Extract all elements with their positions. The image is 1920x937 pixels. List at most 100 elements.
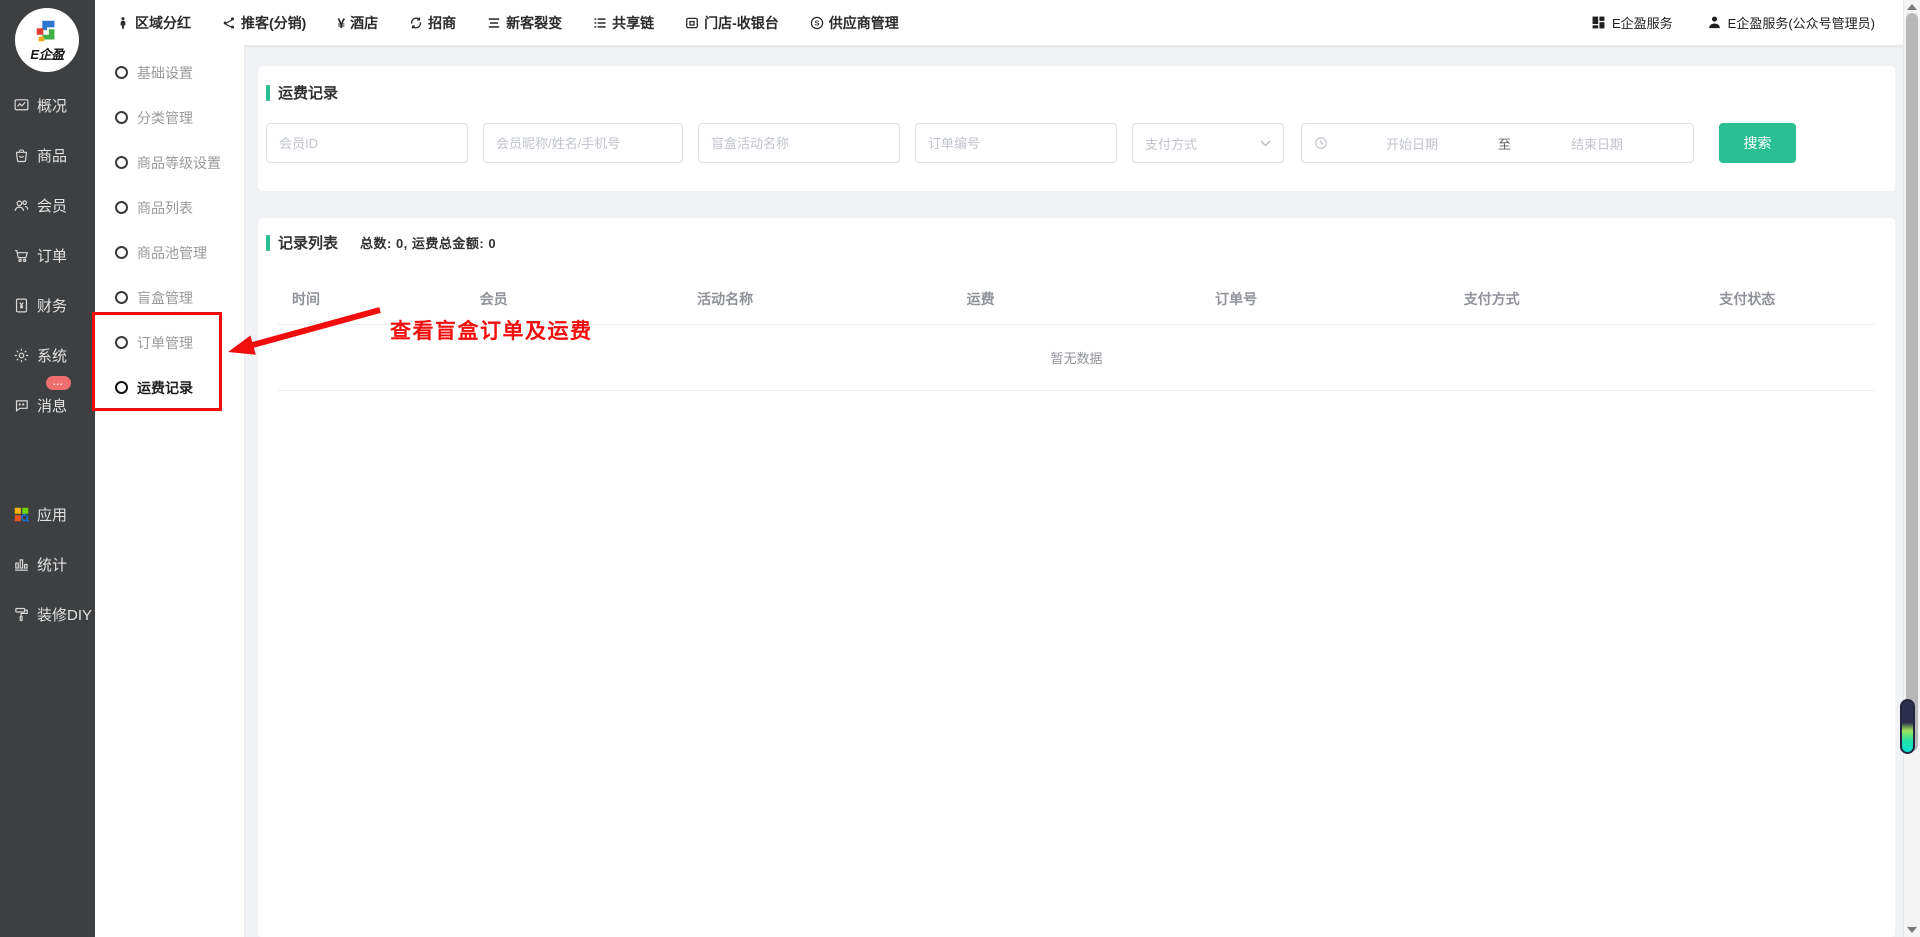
topnav-item-affiliate[interactable]: 推客(分销) bbox=[222, 13, 306, 33]
submenu-label: 商品池管理 bbox=[137, 243, 207, 263]
sidebar-item-finance[interactable]: 财务 bbox=[0, 280, 95, 330]
submenu-item-goods-level[interactable]: 商品等级设置 bbox=[95, 140, 244, 185]
member-id-input[interactable] bbox=[266, 123, 468, 163]
service-entry[interactable]: E企盈服务 bbox=[1591, 13, 1673, 32]
app-logo[interactable]: E企盈 bbox=[15, 8, 79, 72]
submenu-item-order-manage[interactable]: 订单管理 bbox=[95, 320, 244, 365]
topnav-label: 供应商管理 bbox=[829, 13, 899, 33]
record-list-panel: 记录列表 总数: 0, 运费总金额: 0 时间 会员 活动名称 运费 订单号 支… bbox=[258, 218, 1895, 937]
submenu-item-goods-pool[interactable]: 商品池管理 bbox=[95, 230, 244, 275]
yen-icon: ¥ bbox=[337, 15, 345, 31]
apps-icon bbox=[13, 506, 30, 523]
logo-mark-icon bbox=[33, 18, 61, 46]
account-menu[interactable]: E企盈服务(公众号管理员) bbox=[1707, 13, 1875, 32]
primary-sidebar: E企盈 概况 商品 会员 订单 财务 系统 消息 ... bbox=[0, 0, 95, 937]
sidebar-item-system[interactable]: 系统 bbox=[0, 330, 95, 380]
start-date-field[interactable]: 开始日期 bbox=[1328, 134, 1496, 153]
order-no-input[interactable] bbox=[915, 123, 1117, 163]
column-header-member: 会员 bbox=[390, 289, 598, 309]
topbar: 区域分红 推客(分销) ¥ 酒店 招商 新客裂变 共享链 门店-收银台 S 供应… bbox=[95, 0, 1920, 45]
region-bonus-icon bbox=[116, 16, 130, 30]
scrollbar-up-arrow-icon[interactable] bbox=[1907, 4, 1917, 10]
submenu-label: 运费记录 bbox=[137, 378, 193, 398]
sidebar-item-overview[interactable]: 概况 bbox=[0, 80, 95, 130]
topnav-label: 共享链 bbox=[612, 13, 654, 33]
empty-state: 暂无数据 bbox=[278, 325, 1875, 391]
column-header-freight: 运费 bbox=[853, 289, 1109, 309]
topnav-item-investment[interactable]: 招商 bbox=[409, 13, 456, 33]
submenu-label: 盲盒管理 bbox=[137, 288, 193, 308]
submenu-sidebar: 基础设置 分类管理 商品等级设置 商品列表 商品池管理 盲盒管理 订单管理 运费… bbox=[95, 45, 245, 937]
submenu-item-goods-list[interactable]: 商品列表 bbox=[95, 185, 244, 230]
sidebar-item-label: 装修DIY bbox=[37, 604, 92, 625]
extension-pill-widget[interactable] bbox=[1900, 699, 1915, 754]
sidebar-item-members[interactable]: 会员 bbox=[0, 180, 95, 230]
pay-method-select[interactable]: 支付方式 bbox=[1132, 123, 1284, 163]
topnav-item-store-cashier[interactable]: 门店-收银台 bbox=[685, 13, 779, 33]
submenu-item-blindbox[interactable]: 盲盒管理 bbox=[95, 275, 244, 320]
submenu-item-freight-record[interactable]: 运费记录 bbox=[95, 365, 244, 410]
pay-method-placeholder: 支付方式 bbox=[1145, 134, 1197, 153]
activity-name-input[interactable] bbox=[698, 123, 900, 163]
topnav-label: 新客裂变 bbox=[506, 13, 562, 33]
topnav-item-hotel[interactable]: ¥ 酒店 bbox=[337, 13, 378, 33]
topnav-label: 酒店 bbox=[350, 13, 378, 33]
list-icon bbox=[593, 16, 607, 30]
vertical-scrollbar[interactable] bbox=[1903, 0, 1920, 937]
sidebar-item-label: 订单 bbox=[37, 245, 67, 266]
messages-badge: ... bbox=[46, 376, 71, 390]
svg-text:S: S bbox=[814, 18, 819, 27]
user-icon bbox=[1707, 15, 1722, 30]
sidebar-item-label: 统计 bbox=[37, 554, 67, 575]
service-entry-label: E企盈服务 bbox=[1612, 13, 1673, 32]
sidebar-item-stats[interactable]: 统计 bbox=[0, 539, 95, 589]
end-date-field[interactable]: 结束日期 bbox=[1513, 134, 1681, 153]
topnav-label: 招商 bbox=[428, 13, 456, 33]
sidebar-item-label: 财务 bbox=[37, 295, 67, 316]
sidebar-item-apps[interactable]: 应用 bbox=[0, 489, 95, 539]
sidebar-item-label: 概况 bbox=[37, 95, 67, 116]
sidebar-item-orders[interactable]: 订单 bbox=[0, 230, 95, 280]
chevron-down-icon bbox=[1260, 140, 1271, 147]
submenu-label: 商品列表 bbox=[137, 198, 193, 218]
panel-title-row: 运费记录 bbox=[258, 66, 1895, 103]
member-name-input[interactable] bbox=[483, 123, 683, 163]
scrollbar-down-arrow-icon[interactable] bbox=[1907, 927, 1917, 933]
title-accent-bar bbox=[266, 235, 270, 251]
radio-circle-icon bbox=[115, 246, 128, 259]
sidebar-nav: 概况 商品 会员 订单 财务 系统 消息 ... bbox=[0, 80, 95, 430]
store-icon bbox=[685, 16, 699, 30]
radio-circle-icon bbox=[115, 336, 128, 349]
supplier-icon: S bbox=[810, 16, 824, 30]
search-button[interactable]: 搜索 bbox=[1719, 123, 1796, 163]
column-header-pay-status: 支付状态 bbox=[1619, 289, 1875, 309]
topnav-item-region-bonus[interactable]: 区域分红 bbox=[116, 13, 191, 33]
menu-lines-icon bbox=[487, 16, 501, 30]
list-title: 记录列表 bbox=[278, 232, 338, 253]
submenu-item-basic-settings[interactable]: 基础设置 bbox=[95, 50, 244, 95]
topnav-item-fission[interactable]: 新客裂变 bbox=[487, 13, 562, 33]
services-grid-icon bbox=[1591, 15, 1606, 30]
freight-filter-panel: 运费记录 支付方式 开始日期 至 结束日期 搜索 bbox=[258, 66, 1895, 191]
stats-icon bbox=[13, 556, 30, 573]
date-range-picker[interactable]: 开始日期 至 结束日期 bbox=[1301, 123, 1694, 163]
finance-icon bbox=[13, 297, 30, 314]
column-header-pay-method: 支付方式 bbox=[1364, 289, 1620, 309]
sidebar-item-diy[interactable]: 装修DIY bbox=[0, 589, 95, 639]
topnav-item-share-chain[interactable]: 共享链 bbox=[593, 13, 654, 33]
sidebar-item-label: 应用 bbox=[37, 504, 67, 525]
sidebar-item-label: 系统 bbox=[37, 345, 67, 366]
table-header: 时间 会员 活动名称 运费 订单号 支付方式 支付状态 bbox=[278, 289, 1875, 325]
title-accent-bar bbox=[266, 85, 270, 101]
recycle-icon bbox=[409, 16, 423, 30]
radio-circle-icon bbox=[115, 291, 128, 304]
topnav-item-supplier[interactable]: S 供应商管理 bbox=[810, 13, 899, 33]
column-header-activity: 活动名称 bbox=[597, 289, 853, 309]
radio-circle-icon bbox=[115, 201, 128, 214]
submenu-label: 分类管理 bbox=[137, 108, 193, 128]
scrollbar-thumb[interactable] bbox=[1906, 13, 1918, 751]
goods-icon bbox=[13, 147, 30, 164]
sidebar-item-goods[interactable]: 商品 bbox=[0, 130, 95, 180]
sidebar-item-messages[interactable]: 消息 ... bbox=[0, 380, 95, 430]
submenu-item-category[interactable]: 分类管理 bbox=[95, 95, 244, 140]
